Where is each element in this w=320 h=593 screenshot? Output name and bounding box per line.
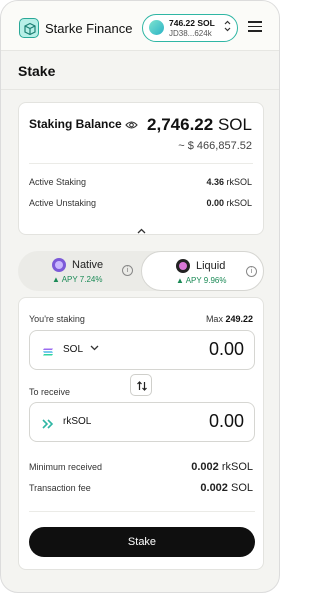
chevron-updown-icon bbox=[224, 20, 231, 33]
eye-icon[interactable] bbox=[125, 117, 138, 135]
staking-balance-card: Staking Balance 2,746.22 SOL ~ $ 466,857… bbox=[18, 102, 264, 235]
active-unstaking-label: Active Unstaking bbox=[29, 198, 97, 208]
native-coin-icon bbox=[52, 258, 66, 272]
active-staking-value: 4.36 rkSOL bbox=[206, 177, 252, 187]
sol-token-icon bbox=[42, 344, 54, 362]
chevron-down-icon[interactable] bbox=[90, 343, 99, 354]
liquid-apy: ▲ APY 9.96% bbox=[176, 276, 227, 285]
tab-liquid[interactable]: Liquid ▲ APY 9.96% i bbox=[141, 251, 264, 291]
staking-balance-usd: ~ $ 466,857.52 bbox=[178, 140, 252, 152]
page-title: Stake bbox=[18, 63, 56, 79]
staking-balance-value: 2,746.22 SOL bbox=[147, 115, 252, 134]
staking-label: You're staking bbox=[29, 314, 85, 324]
tab-native-label: Native bbox=[72, 259, 104, 271]
min-received-value: 0.002 rkSOL bbox=[191, 461, 253, 473]
divider bbox=[29, 163, 253, 164]
max-button[interactable]: Max 249.22 bbox=[206, 314, 253, 324]
from-amount-field[interactable]: SOL 0.00 bbox=[29, 330, 255, 370]
info-icon[interactable]: i bbox=[122, 265, 133, 276]
from-token-label[interactable]: SOL bbox=[63, 344, 83, 355]
wallet-avatar bbox=[149, 20, 164, 35]
to-amount-field: rkSOL 0.00 bbox=[29, 402, 255, 442]
swap-direction-button[interactable] bbox=[130, 374, 152, 396]
wallet-balance: 746.22 SOL bbox=[169, 18, 215, 28]
brand-name: Starke Finance bbox=[45, 21, 133, 36]
to-amount-value: 0.00 bbox=[208, 411, 244, 431]
tab-liquid-label: Liquid bbox=[196, 260, 226, 272]
starke-logo-icon[interactable] bbox=[19, 18, 39, 38]
active-staking-label: Active Staking bbox=[29, 177, 87, 187]
wallet-button[interactable]: 746.22 SOL JD38...624k bbox=[142, 14, 238, 42]
swap-arrows-icon bbox=[137, 381, 147, 391]
from-amount-input[interactable]: 0.00 bbox=[124, 339, 244, 360]
info-icon[interactable]: i bbox=[246, 266, 257, 277]
divider bbox=[1, 89, 279, 90]
fee-value: 0.002 SOL bbox=[200, 482, 253, 494]
top-header: Starke Finance 746.22 SOL JD38...624k bbox=[1, 1, 279, 51]
hamburger-menu-icon[interactable] bbox=[248, 21, 262, 32]
divider bbox=[29, 511, 255, 512]
stake-button[interactable]: Stake bbox=[29, 527, 255, 557]
wallet-address: JD38...624k bbox=[169, 29, 212, 38]
active-unstaking-value: 0.00 rkSOL bbox=[206, 198, 252, 208]
liquid-coin-icon bbox=[176, 259, 190, 273]
stake-form-panel: You're staking Max 249.22 SOL 0.00 To re… bbox=[18, 297, 264, 570]
fee-label: Transaction fee bbox=[29, 483, 91, 493]
chevron-up-icon[interactable] bbox=[137, 221, 146, 239]
stake-mode-toggle: Native ▲ APY 7.24% i Liquid ▲ APY 9.96% … bbox=[18, 251, 264, 291]
staking-balance-label: Staking Balance bbox=[29, 117, 122, 131]
receive-label: To receive bbox=[29, 387, 71, 397]
min-received-label: Minimum received bbox=[29, 462, 103, 472]
to-token-label: rkSOL bbox=[63, 416, 92, 427]
app-frame: Starke Finance 746.22 SOL JD38...624k St… bbox=[0, 0, 280, 593]
native-apy: ▲ APY 7.24% bbox=[52, 275, 103, 284]
tab-native[interactable]: Native ▲ APY 7.24% i bbox=[18, 251, 141, 291]
rksol-token-icon bbox=[42, 416, 56, 434]
